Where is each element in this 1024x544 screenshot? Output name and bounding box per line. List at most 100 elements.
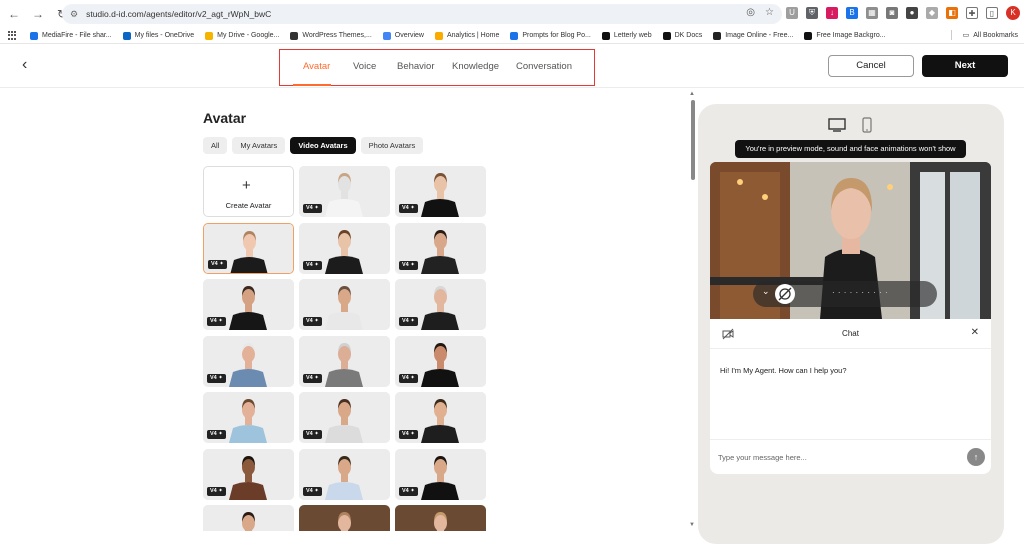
chat-title: Chat xyxy=(842,329,859,338)
avatar-card[interactable]: V4 ✦ xyxy=(299,392,390,443)
bookmark-analytics[interactable]: Analytics | Home xyxy=(434,31,499,40)
v4-badge: V4 ✦ xyxy=(208,260,227,269)
avatar-card[interactable]: V4 ✦ xyxy=(395,449,486,500)
extension-color-icon[interactable]: ● xyxy=(906,7,918,19)
v4-badge: V4 ✦ xyxy=(303,487,322,496)
avatar-card[interactable]: V4 ✦ xyxy=(203,279,294,330)
avatar-card[interactable]: V4 ✦ xyxy=(299,166,390,217)
avatar-card[interactable]: V4 ✦ xyxy=(299,279,390,330)
all-bookmarks[interactable]: ▭ All Bookmarks xyxy=(950,30,1018,40)
profile-avatar[interactable]: K xyxy=(1006,6,1020,20)
avatar-card[interactable] xyxy=(395,505,486,531)
editor-header: ‹ Avatar Voice Behavior Knowledge Conver… xyxy=(0,44,1024,88)
scrollbar-thumb[interactable] xyxy=(691,100,695,180)
forward-arrow-icon[interactable]: → xyxy=(28,4,48,24)
audio-level-indicator: · · · · · · · · · · xyxy=(832,288,889,297)
image-online-icon xyxy=(713,31,722,40)
bookmark-letterly[interactable]: Letterly web xyxy=(601,31,652,40)
v4-badge: V4 ✦ xyxy=(303,204,322,213)
camera-off-button[interactable] xyxy=(775,284,795,304)
extension-b-icon[interactable]: B xyxy=(846,7,858,19)
avatar-grid: + Create Avatar V4 ✦ V4 ✦ V4 ✦ V4 ✦ V4 ✦ V4 ✦… xyxy=(203,166,486,531)
avatar-card[interactable] xyxy=(203,505,294,531)
avatar-card[interactable]: V4 ✦ xyxy=(203,223,294,274)
filter-video-avatars[interactable]: Video Avatars xyxy=(290,137,356,154)
avatar-card[interactable]: V4 ✦ xyxy=(395,166,486,217)
star-icon[interactable]: ☆ xyxy=(765,7,774,18)
tab-knowledge[interactable]: Knowledge xyxy=(452,61,499,72)
extension-ai-icon[interactable]: ◆ xyxy=(926,7,938,19)
filter-photo-avatars[interactable]: Photo Avatars xyxy=(360,137,424,154)
overview-icon xyxy=(382,31,391,40)
close-icon[interactable]: ✕ xyxy=(971,327,979,338)
site-info-icon[interactable]: ⚙ xyxy=(70,9,78,20)
back-arrow-icon[interactable]: ← xyxy=(4,4,24,24)
v4-badge: V4 ✦ xyxy=(303,261,322,270)
wordpress-icon xyxy=(290,31,299,40)
preview-mode-tooltip: You're in preview mode, sound and face a… xyxy=(735,140,966,158)
bookmark-onedrive[interactable]: My files - OneDrive xyxy=(122,31,194,40)
sidepanel-icon[interactable]: ▯ xyxy=(986,7,998,19)
avatar-card[interactable]: V4 ✦ xyxy=(395,392,486,443)
extension-grid-icon[interactable]: ▦ xyxy=(866,7,878,19)
avatar-card[interactable]: V4 ✦ xyxy=(203,449,294,500)
bookmark-mediafire[interactable]: MediaFire - File shar... xyxy=(30,31,112,40)
avatar-card[interactable]: V4 ✦ xyxy=(395,336,486,387)
avatar-card[interactable]: V4 ✦ xyxy=(299,223,390,274)
chevron-down-icon[interactable]: ⌄ xyxy=(762,286,770,297)
puzzle-icon[interactable]: ✚ xyxy=(966,7,978,19)
v4-badge: V4 ✦ xyxy=(399,261,418,270)
bookmark-image-online[interactable]: Image Online - Free... xyxy=(713,31,793,40)
bookmark-free-image-bg[interactable]: Free Image Backgro... xyxy=(804,31,886,40)
scroll-up-arrow[interactable]: ▲ xyxy=(689,91,695,97)
browser-toolbar: ← → ↻ ⚙ studio.d-id.com/agents/editor/v2… xyxy=(0,0,1024,28)
filter-my-avatars[interactable]: My Avatars xyxy=(232,137,286,154)
free-image-icon xyxy=(804,31,813,40)
chat-input[interactable]: Type your message here... xyxy=(718,453,807,462)
desktop-preview-icon[interactable] xyxy=(828,118,846,137)
eye-off-icon[interactable]: ◎ xyxy=(746,7,755,18)
camera-icon[interactable]: ◙ xyxy=(886,7,898,19)
tab-behavior[interactable]: Behavior xyxy=(397,61,435,72)
avatar-card[interactable] xyxy=(299,505,390,531)
bookmark-prompts[interactable]: Prompts for Blog Po... xyxy=(510,31,591,40)
avatar-card[interactable]: V4 ✦ xyxy=(203,336,294,387)
address-bar[interactable]: ⚙ studio.d-id.com/agents/editor/v2_agt_r… xyxy=(62,4,782,24)
dk-docs-icon xyxy=(662,31,671,40)
chat-input-bar[interactable]: Type your message here... ↑ xyxy=(710,439,991,474)
extension-download-icon[interactable]: ↓ xyxy=(826,7,838,19)
filter-all[interactable]: All xyxy=(203,137,228,154)
bookmark-overview[interactable]: Overview xyxy=(382,31,424,40)
avatar-card[interactable]: V4 ✦ xyxy=(299,449,390,500)
send-icon[interactable]: ↑ xyxy=(967,448,985,466)
back-chevron-icon[interactable]: ‹ xyxy=(22,56,27,74)
extension-palette-icon[interactable]: ◧ xyxy=(946,7,958,19)
avatar-card[interactable]: V4 ✦ xyxy=(395,279,486,330)
prompts-icon xyxy=(510,31,519,40)
chat-panel: Chat ✕ Hi! I'm My Agent. How can I help … xyxy=(710,319,991,474)
scroll-down-arrow[interactable]: ▼ xyxy=(689,522,695,528)
extension-u-icon[interactable]: U xyxy=(786,7,798,19)
analytics-icon xyxy=(434,31,443,40)
avatar-card[interactable]: V4 ✦ xyxy=(395,223,486,274)
bookmark-google-drive[interactable]: My Drive - Google... xyxy=(205,31,279,40)
mobile-preview-icon[interactable] xyxy=(862,117,872,138)
tab-conversation[interactable]: Conversation xyxy=(516,61,572,72)
create-avatar-button[interactable]: + Create Avatar xyxy=(203,166,294,217)
bookmark-dk-docs[interactable]: DK Docs xyxy=(662,31,702,40)
next-button[interactable]: Next xyxy=(922,55,1008,77)
url-text: studio.d-id.com/agents/editor/v2_agt_rWp… xyxy=(86,9,272,19)
tab-avatar[interactable]: Avatar xyxy=(303,61,330,72)
v4-badge: V4 ✦ xyxy=(399,487,418,496)
cancel-button[interactable]: Cancel xyxy=(828,55,914,77)
avatar-card[interactable]: V4 ✦ xyxy=(203,392,294,443)
shield-icon[interactable]: ⛨ xyxy=(806,7,818,19)
avatar-card[interactable]: V4 ✦ xyxy=(299,336,390,387)
apps-grid-icon[interactable] xyxy=(8,30,18,41)
google-drive-icon xyxy=(205,31,214,40)
v4-badge: V4 ✦ xyxy=(399,374,418,383)
tab-voice[interactable]: Voice xyxy=(353,61,376,72)
letterly-icon xyxy=(601,31,610,40)
bookmark-wordpress-themes[interactable]: WordPress Themes,... xyxy=(290,31,372,40)
avatar-filter-bar: All My Avatars Video Avatars Photo Avata… xyxy=(203,137,424,154)
